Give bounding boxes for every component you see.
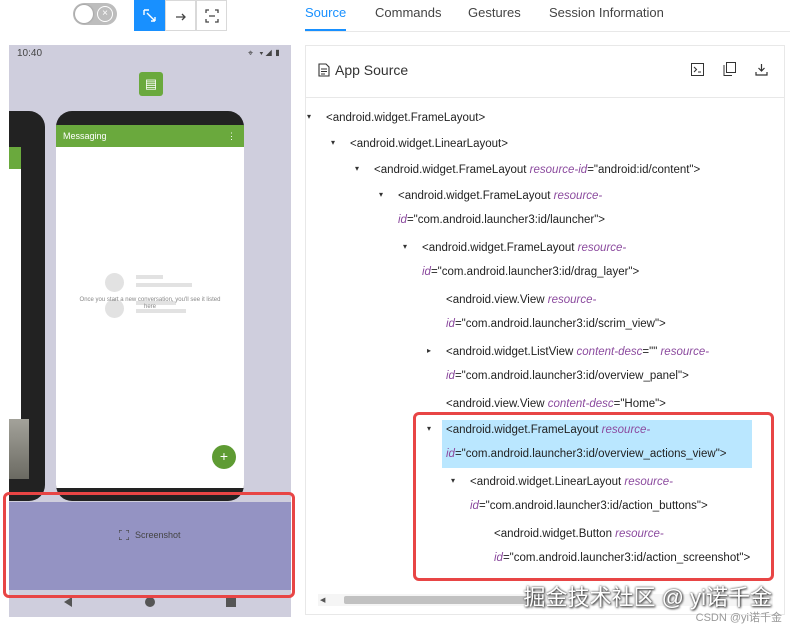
node-cont-attr: id	[446, 370, 455, 382]
node-cont-value: ="com.android.launcher3:id/launcher">	[406, 214, 605, 226]
close-circle-icon: ×	[97, 6, 113, 22]
node-tag: <android.view.View	[446, 398, 548, 410]
card-content-strip	[9, 169, 21, 419]
node-val: ="android:id/content">	[587, 164, 701, 176]
annotation-highlight-tree	[413, 412, 774, 581]
collapsed-caret-icon[interactable]: ▸	[424, 346, 434, 355]
placeholder-line	[136, 275, 163, 279]
expanded-caret-icon[interactable]: ▾	[328, 138, 338, 147]
copy-icon[interactable]	[722, 62, 736, 76]
node-cont-value: ="com.android.launcher3:id/drag_layer">	[430, 266, 640, 278]
node-tag: <android.widget.FrameLayout	[398, 190, 554, 202]
tree-node-continuation[interactable]: id="com.android.launcher3:id/launcher">	[398, 208, 605, 232]
scroll-left-icon[interactable]: ◀	[320, 596, 325, 604]
node-tag: <android.widget.LinearLayout>	[350, 138, 508, 150]
status-time: 10:40	[17, 48, 43, 59]
tree-node-continuation[interactable]: id="com.android.launcher3:id/drag_layer"…	[422, 260, 639, 284]
tree-node[interactable]: <android.widget.FrameLayout resource-	[398, 184, 602, 208]
node-tag: <android.view.View	[446, 294, 548, 306]
recent-app-card-previous[interactable]	[9, 111, 45, 501]
tab-gestures[interactable]: Gestures	[468, 5, 521, 20]
home-icon[interactable]	[145, 597, 155, 607]
tab-source[interactable]: Source	[305, 5, 346, 20]
panel-actions	[690, 62, 768, 76]
select-elements-button[interactable]	[134, 0, 165, 31]
tree-node[interactable]: <android.widget.ListView content-desc=""…	[446, 340, 709, 364]
node-attr: resource-id	[529, 164, 588, 176]
node-attr: resource-	[577, 242, 627, 254]
card-header: Messaging ⋮	[56, 125, 244, 147]
node-tag: <android.widget.FrameLayout	[374, 164, 530, 176]
recents-icon[interactable]	[226, 597, 236, 607]
tree-node-continuation[interactable]: id="com.android.launcher3:id/scrim_view"…	[446, 312, 666, 336]
card-header-strip	[9, 147, 21, 169]
tabs-divider	[305, 31, 790, 32]
node-attr: resource-	[547, 294, 597, 306]
node-tag: <android.widget.ListView	[446, 346, 577, 358]
tap-coordinates-button[interactable]	[196, 0, 227, 31]
placeholder-avatar	[105, 273, 124, 292]
node-val: =""	[642, 346, 661, 358]
node-tag: <android.widget.FrameLayout	[422, 242, 578, 254]
tree-node[interactable]: <android.widget.FrameLayout>	[326, 106, 485, 130]
swipe-button[interactable]	[165, 0, 196, 31]
tab-commands[interactable]: Commands	[375, 5, 441, 20]
tree-node[interactable]: <android.widget.FrameLayout resource-id=…	[374, 158, 700, 182]
node-attr2: resource-	[660, 346, 710, 358]
placeholder-line	[136, 283, 192, 287]
scrollbar-thumb[interactable]	[344, 596, 544, 604]
recent-app-card-messaging[interactable]: Messaging ⋮ Once you start a new convers…	[56, 111, 244, 501]
tab-session-information[interactable]: Session Information	[549, 5, 664, 20]
swipe-icon	[175, 13, 186, 20]
inspector-toggle[interactable]: ×	[73, 3, 117, 25]
annotation-highlight-device	[3, 492, 295, 598]
node-val: ="Home">	[613, 398, 666, 410]
watermark: 掘金技术社区 @ yi诺千金	[523, 585, 772, 610]
node-cont-attr: id	[398, 214, 407, 226]
expanded-caret-icon[interactable]: ▾	[376, 190, 386, 199]
card-body: Once you start a new conversation, you'l…	[56, 147, 244, 488]
card-photo-strip	[9, 419, 29, 479]
back-icon[interactable]	[64, 597, 72, 607]
tree-node-continuation[interactable]: id="com.android.launcher3:id/overview_pa…	[446, 364, 689, 388]
toggle-knob	[75, 5, 93, 23]
node-cont-attr: id	[422, 266, 431, 278]
node-attr: content-desc	[547, 398, 614, 410]
node-cont-value: ="com.android.launcher3:id/scrim_view">	[454, 318, 666, 330]
watermark-small: CSDN @yi诺千金	[695, 612, 782, 624]
tree-node[interactable]: <android.view.View resource-	[446, 288, 596, 312]
node-cont-value: ="com.android.launcher3:id/overview_pane…	[454, 370, 689, 382]
download-icon[interactable]	[754, 62, 768, 76]
tree-node[interactable]: <android.widget.FrameLayout resource-	[422, 236, 626, 260]
panel-header: App Source	[318, 62, 408, 78]
node-cont-attr: id	[446, 318, 455, 330]
terminal-icon[interactable]	[690, 62, 704, 76]
node-attr: resource-	[553, 190, 603, 202]
expanded-caret-icon[interactable]: ▾	[306, 112, 314, 121]
more-vert-icon[interactable]: ⋮	[227, 125, 236, 147]
expanded-caret-icon[interactable]: ▾	[400, 242, 410, 251]
node-attr: content-desc	[576, 346, 643, 358]
file-icon	[318, 63, 330, 77]
select-icon	[142, 8, 156, 22]
tap-crosshair-icon	[204, 8, 219, 23]
card-title: Messaging	[63, 131, 107, 141]
expanded-caret-icon[interactable]: ▾	[352, 164, 362, 173]
panel-title: App Source	[335, 62, 409, 78]
tree-node[interactable]: <android.widget.LinearLayout>	[350, 132, 508, 156]
node-tag: <android.widget.FrameLayout>	[326, 112, 486, 124]
new-conversation-fab[interactable]: +	[212, 445, 236, 469]
empty-conversations-text: Once you start a new conversation, you'l…	[79, 297, 221, 310]
messaging-app-icon[interactable]: ▤	[139, 72, 163, 96]
status-icons: ⌖ ▾◢▮	[247, 48, 283, 58]
